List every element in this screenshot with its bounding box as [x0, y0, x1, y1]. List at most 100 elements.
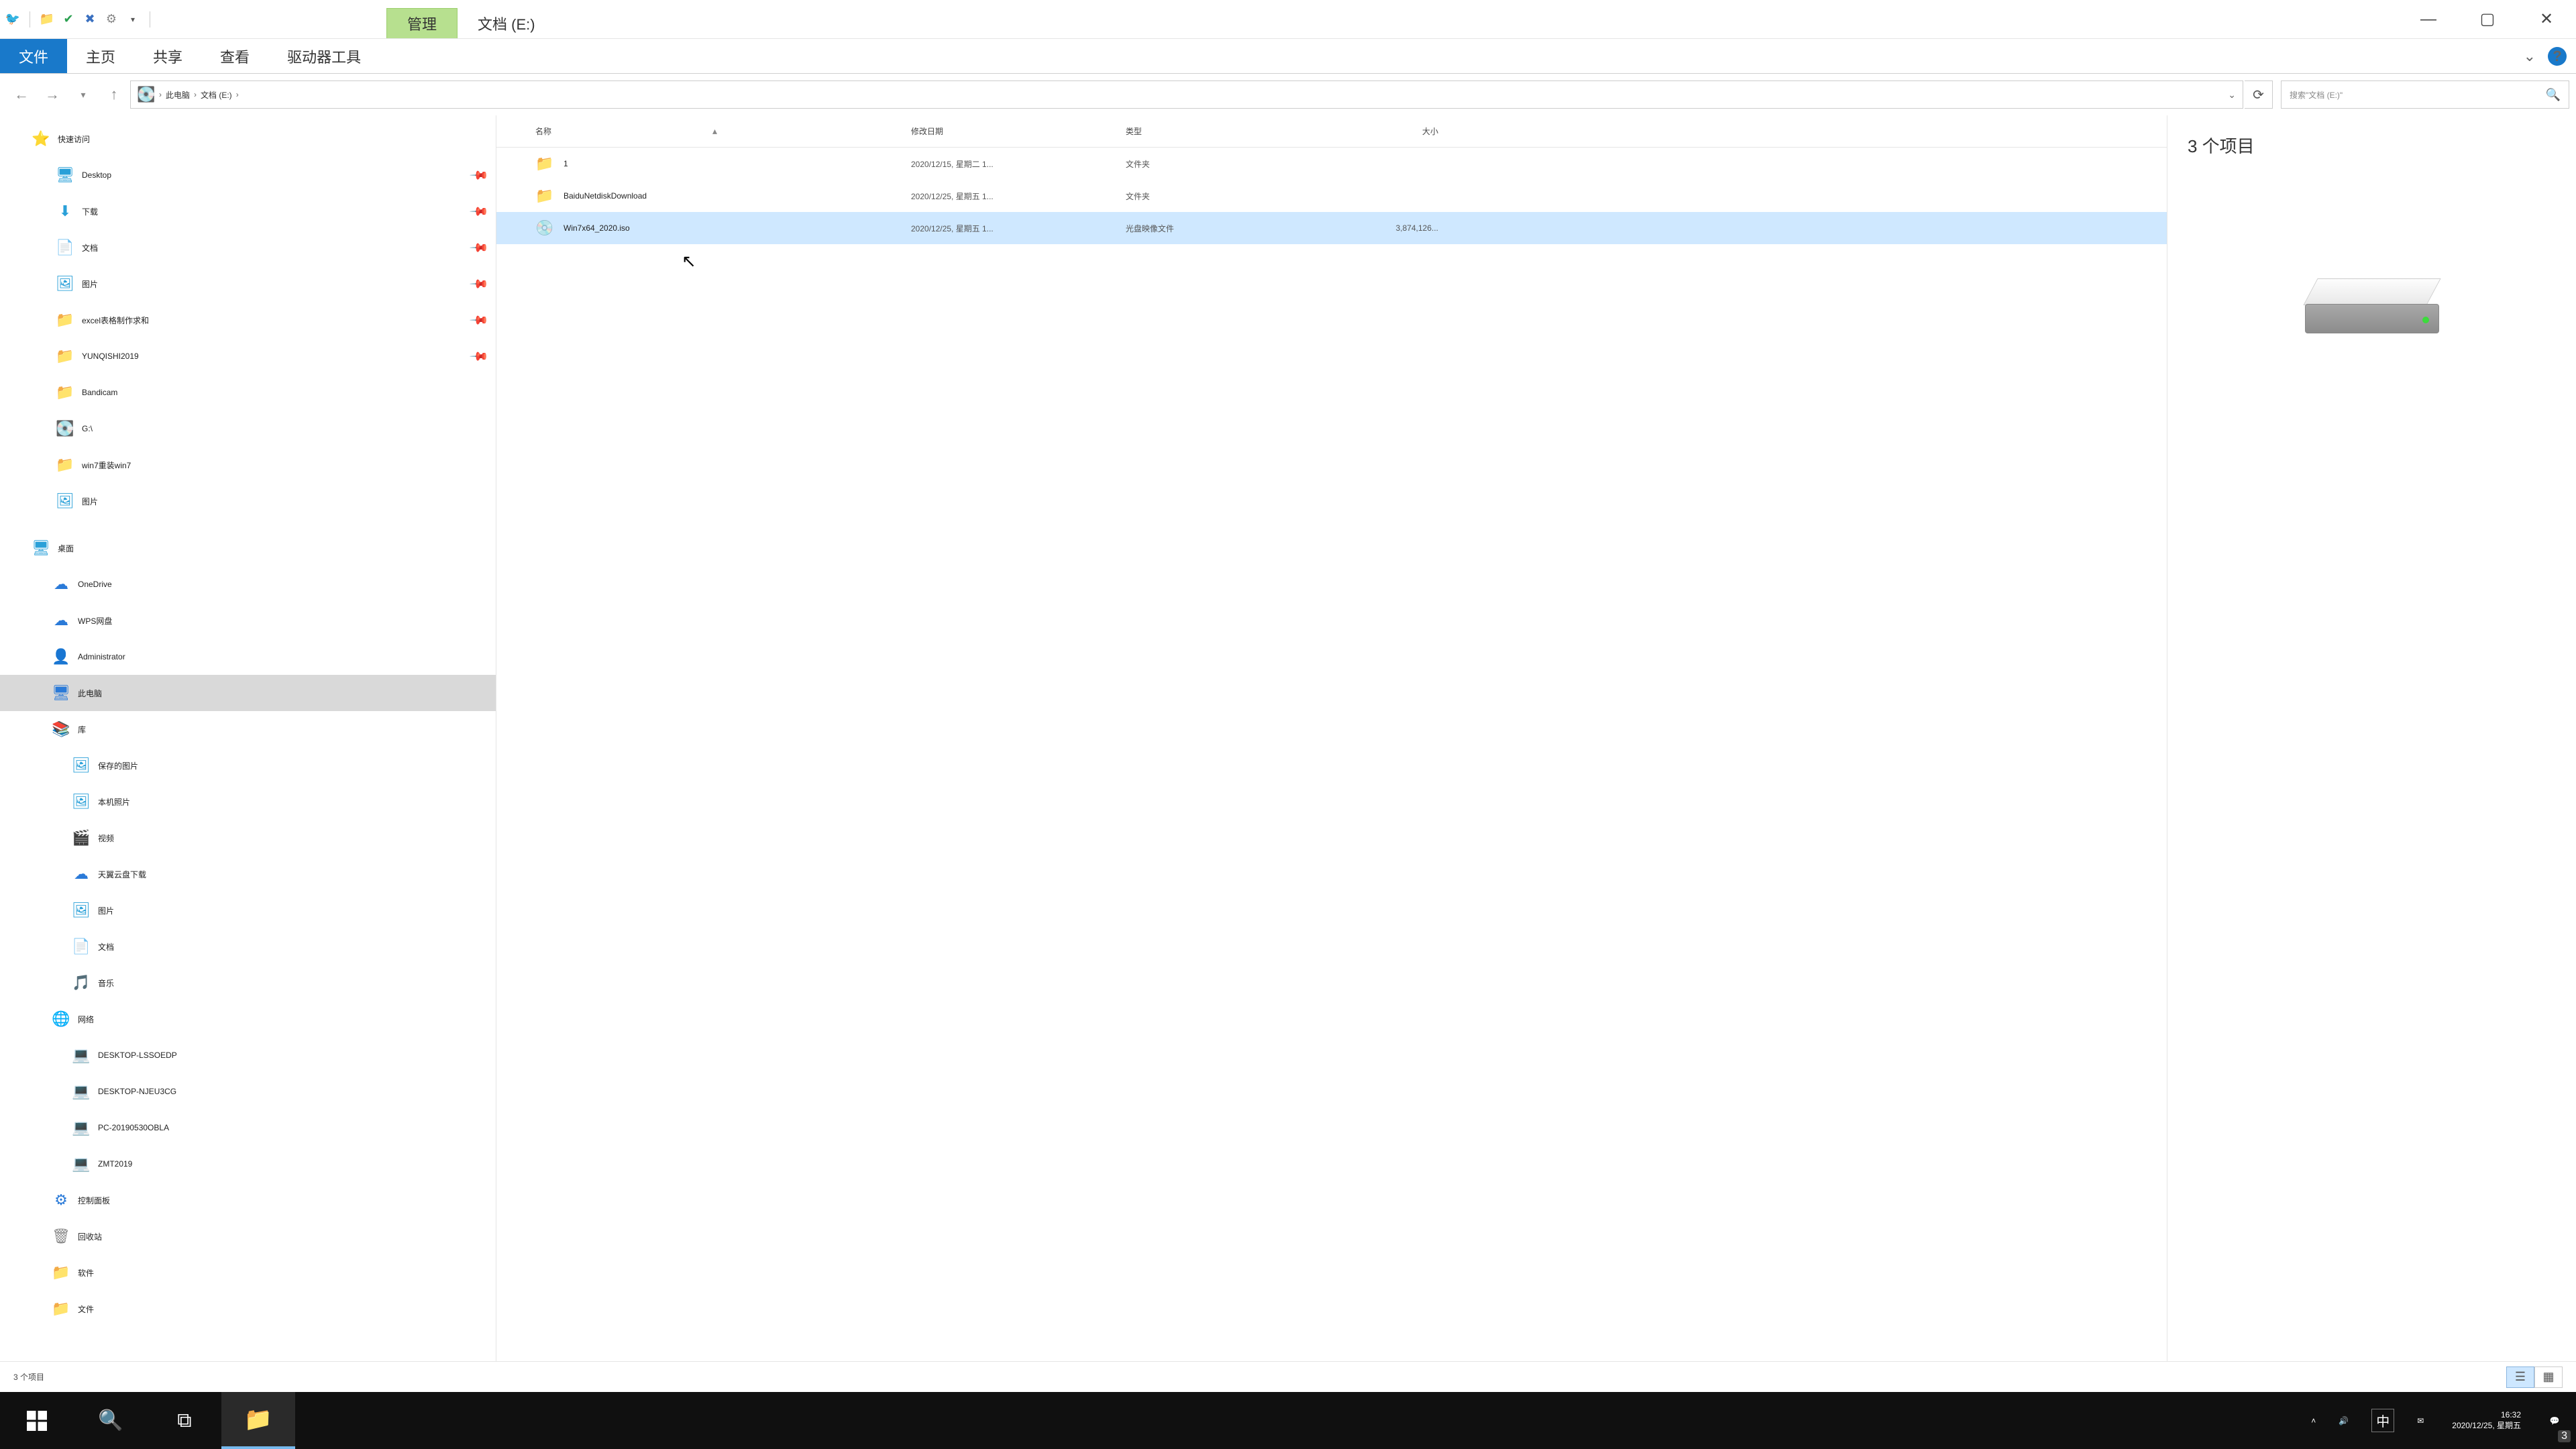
file-date: 2020/12/25, 星期五 1... — [911, 223, 1126, 234]
file-row[interactable]: Win7x64_2020.iso 2020/12/25, 星期五 1... 光盘… — [496, 212, 2167, 244]
close-button[interactable]: ✕ — [2517, 0, 2576, 38]
minimize-button[interactable]: — — [2399, 0, 2458, 38]
tree-item[interactable]: 天翼云盘下载 — [0, 856, 496, 892]
view-details-button[interactable]: ☰ — [2506, 1366, 2534, 1388]
clock-time: 16:32 — [2501, 1410, 2521, 1421]
file-date: 2020/12/25, 星期五 1... — [911, 191, 1126, 202]
qat-properties-icon[interactable]: 📁 — [40, 12, 54, 27]
chevron-right-icon[interactable]: › — [236, 90, 239, 99]
nav-up-button[interactable]: ↑ — [99, 80, 129, 109]
maximize-button[interactable]: ▢ — [2458, 0, 2517, 38]
tree-label: Administrator — [78, 652, 125, 661]
drv-icon — [56, 420, 74, 437]
tree-item[interactable]: ZMT2019 — [0, 1146, 496, 1182]
chevron-right-icon[interactable]: › — [159, 90, 162, 99]
column-name[interactable]: 名称 ▴ — [535, 125, 911, 137]
ribbon-tab-home[interactable]: 主页 — [67, 39, 134, 73]
tree-item[interactable]: 图片 — [0, 483, 496, 519]
column-type[interactable]: 类型 — [1126, 125, 1307, 137]
tree-item[interactable]: Desktop 📌 — [0, 157, 496, 193]
tree-item[interactable]: 文档 📌 — [0, 229, 496, 266]
tree-label: 文档 — [98, 941, 114, 953]
tray-volume-icon[interactable]: 🔊 — [2339, 1416, 2349, 1426]
tree-item[interactable]: 图片 — [0, 892, 496, 928]
folder-icon — [56, 456, 74, 474]
tree-item[interactable]: 软件 — [0, 1254, 496, 1291]
file-type: 文件夹 — [1126, 191, 1307, 202]
tree-item[interactable]: 文件 — [0, 1291, 496, 1327]
tree-item[interactable]: WPS网盘 — [0, 602, 496, 639]
qat-dropdown-icon[interactable]: ▾ — [125, 12, 140, 27]
tree-item[interactable]: 回收站 — [0, 1218, 496, 1254]
search-box[interactable]: 搜索"文档 (E:)" 🔍 — [2281, 80, 2569, 109]
tree-item[interactable]: OneDrive — [0, 566, 496, 602]
tree-item[interactable]: DESKTOP-LSSOEDP — [0, 1037, 496, 1073]
nav-recent-dropdown[interactable]: ▾ — [68, 80, 98, 109]
pin-icon: 📌 — [468, 201, 489, 222]
tree-network[interactable]: 网络 — [0, 1001, 496, 1037]
tree-item[interactable]: 音乐 — [0, 965, 496, 1001]
nav-back-button[interactable]: ← — [7, 80, 36, 109]
qat-check-icon[interactable]: ✔ — [61, 12, 76, 27]
file-row[interactable]: 1 2020/12/15, 星期二 1... 文件夹 — [496, 148, 2167, 180]
file-rows[interactable]: 1 2020/12/15, 星期二 1... 文件夹 BaiduNetdiskD… — [496, 148, 2167, 1361]
tree-quick-access[interactable]: 快速访问 — [0, 121, 496, 157]
cloud-icon — [72, 865, 90, 883]
ribbon-tab-view[interactable]: 查看 — [201, 39, 268, 73]
tree-item[interactable]: Administrator — [0, 639, 496, 675]
tree-item[interactable]: YUNQISHI2019 📌 — [0, 338, 496, 374]
tree-item[interactable]: DESKTOP-NJEU3CG — [0, 1073, 496, 1110]
tree-item[interactable]: PC-20190530OBLA — [0, 1110, 496, 1146]
tree-item[interactable]: 文档 — [0, 928, 496, 965]
taskbar-clock[interactable]: 16:32 2020/12/25, 星期五 — [2440, 1392, 2533, 1449]
taskbar-taskview-button[interactable]: ⧉ — [148, 1392, 221, 1449]
column-date[interactable]: 修改日期 — [911, 125, 1126, 137]
tray-app-icon[interactable]: ✉ — [2417, 1416, 2424, 1426]
tree-item[interactable]: win7重装win7 — [0, 447, 496, 483]
ribbon-tab-share[interactable]: 共享 — [134, 39, 201, 73]
tree-item[interactable]: 图片 📌 — [0, 266, 496, 302]
start-button[interactable] — [0, 1392, 74, 1449]
qat-settings-icon[interactable]: ⚙ — [104, 12, 119, 27]
breadcrumb-this-pc[interactable]: 此电脑 — [166, 89, 190, 101]
column-size[interactable]: 大小 — [1307, 125, 1454, 137]
cloud-icon — [52, 576, 70, 593]
view-icons-button[interactable]: ▦ — [2534, 1366, 2563, 1388]
search-placeholder: 搜索"文档 (E:)" — [2290, 89, 2343, 101]
tree-item[interactable]: 本机照片 — [0, 784, 496, 820]
navigation-pane[interactable]: 快速访问 Desktop 📌 下载 📌 文档 📌 图片 📌 excel表格制作求… — [0, 115, 496, 1361]
tray-ime-indicator[interactable]: 中 — [2371, 1409, 2394, 1432]
file-row[interactable]: BaiduNetdiskDownload 2020/12/25, 星期五 1..… — [496, 180, 2167, 212]
tree-item[interactable]: 此电脑 — [0, 675, 496, 711]
ribbon-tab-drive-tools[interactable]: 驱动器工具 — [268, 39, 380, 73]
address-dropdown-icon[interactable]: ⌄ — [2228, 89, 2236, 101]
tree-item[interactable]: G:\ — [0, 411, 496, 447]
refresh-button[interactable]: ⟳ — [2245, 80, 2273, 109]
tray-overflow-icon[interactable]: ˄ — [2311, 1416, 2316, 1426]
comp-icon — [72, 1046, 90, 1064]
context-tab-manage[interactable]: 管理 — [386, 8, 458, 38]
tree-desktop[interactable]: 桌面 — [0, 530, 496, 566]
address-bar[interactable]: › 此电脑 › 文档 (E:) › ⌄ — [130, 80, 2243, 109]
search-icon[interactable]: 🔍 — [2546, 88, 2561, 102]
tree-item[interactable]: 保存的图片 — [0, 747, 496, 784]
breadcrumb-drive[interactable]: 文档 (E:) — [201, 89, 232, 101]
tree-item[interactable]: 控制面板 — [0, 1182, 496, 1218]
cloud-icon — [52, 612, 70, 629]
qat-close-icon[interactable]: ✖ — [83, 12, 97, 27]
pin-icon: 📌 — [468, 310, 489, 331]
ribbon-expand-icon[interactable]: ⌄ — [2524, 48, 2536, 65]
tree-item[interactable]: 视频 — [0, 820, 496, 856]
help-icon[interactable]: ? — [2548, 47, 2567, 66]
tree-item[interactable]: 库 — [0, 711, 496, 747]
action-center-button[interactable]: 💬 3 — [2533, 1392, 2576, 1449]
taskbar-search-button[interactable]: 🔍 — [74, 1392, 148, 1449]
taskbar-explorer-button[interactable]: 📁 — [221, 1392, 295, 1449]
nav-forward-button[interactable]: → — [38, 80, 67, 109]
tree-item[interactable]: excel表格制作求和 📌 — [0, 302, 496, 338]
chevron-right-icon[interactable]: › — [194, 90, 197, 99]
folder-icon — [56, 347, 74, 365]
tree-item[interactable]: Bandicam — [0, 374, 496, 411]
tree-item[interactable]: 下载 📌 — [0, 193, 496, 229]
ribbon-tab-file[interactable]: 文件 — [0, 39, 67, 73]
